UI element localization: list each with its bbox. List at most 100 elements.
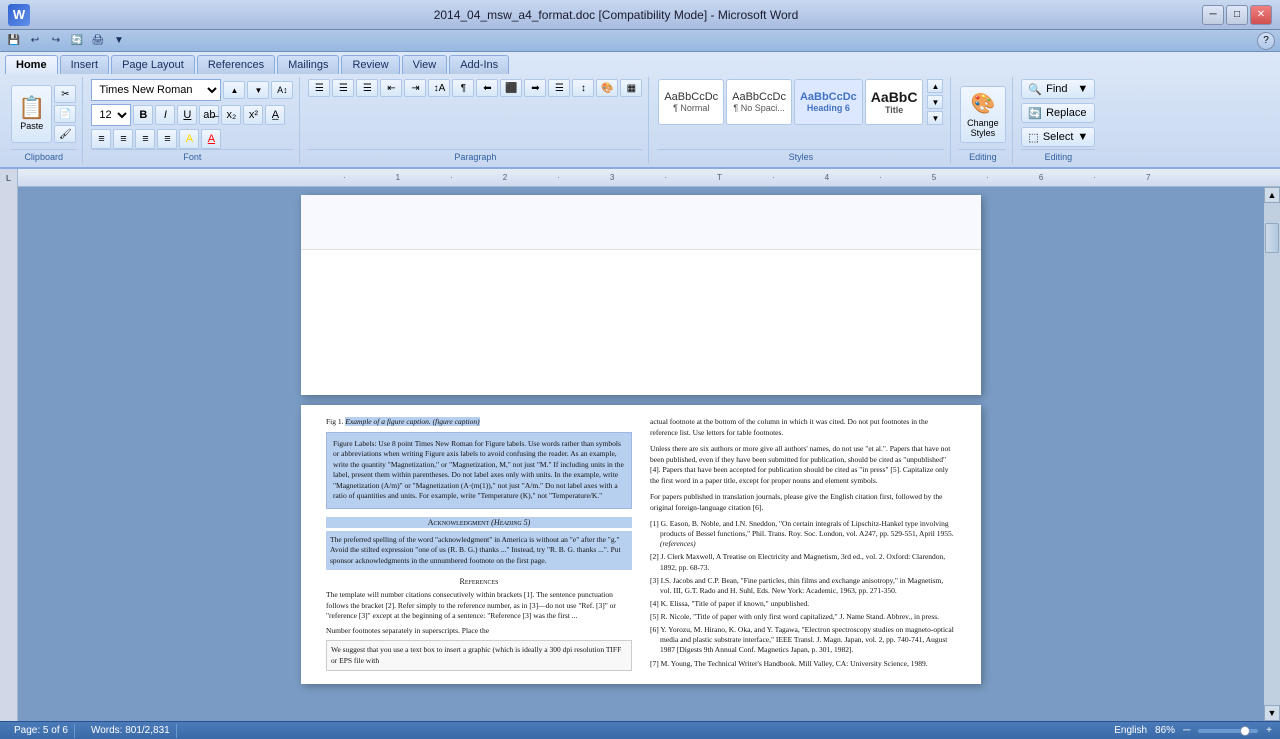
tab-home[interactable]: Home [5, 55, 58, 74]
bold-button[interactable]: B [133, 105, 153, 125]
font-size-down-button[interactable]: ▼ [247, 81, 269, 99]
scroll-up-button[interactable]: ▲ [1264, 187, 1280, 203]
font-size-up-button[interactable]: ▲ [223, 81, 245, 99]
increase-indent-button[interactable]: ⇥ [404, 79, 426, 97]
align-center-button[interactable]: ≡ [113, 129, 133, 149]
borders-button[interactable]: ▦ [620, 79, 642, 97]
italic-button[interactable]: I [155, 105, 175, 125]
justify-para-button[interactable]: ☰ [548, 79, 570, 97]
ref-1: [1] G. Eason, B. Noble, and I.N. Sneddon… [650, 519, 956, 549]
page-info: Page: 5 of 6 [8, 724, 75, 738]
strikethrough-button[interactable]: ab̶ [199, 105, 219, 125]
paste-button[interactable]: 📋 Paste [11, 85, 52, 143]
superscript-button[interactable]: x² [243, 105, 263, 125]
select-button[interactable]: ⬚ Select ▼ [1021, 127, 1095, 147]
replace-icon: 🔄 [1028, 107, 1042, 120]
left-column: Fig 1. Example of a figure caption. (fig… [326, 417, 632, 672]
tab-review[interactable]: Review [341, 55, 399, 74]
font-group: Times New Roman ▲ ▼ A↕ 12 B I U ab̶ x₂ x… [85, 77, 300, 164]
sort-button[interactable]: ↕A [428, 79, 450, 97]
ref-4: [4] K. Elissa, "Title of paper if known,… [650, 599, 956, 609]
paragraph-content: ☰ ☰ ☰ ⇤ ⇥ ↕A ¶ ⬅ ⬛ ➡ ☰ ↕ 🎨 ▦ [308, 79, 642, 149]
refresh-qat-button[interactable]: 🔄 [68, 32, 86, 50]
align-left-para-button[interactable]: ⬅ [476, 79, 498, 97]
styles-group: AaBbCcDc ¶ Normal AaBbCcDc ¶ No Spaci...… [651, 77, 951, 164]
editing-label: Editing [959, 149, 1006, 162]
copy-button[interactable]: 📄 [54, 105, 76, 123]
zoom-out-button[interactable]: ─ [1183, 725, 1190, 736]
zoom-in-button[interactable]: + [1266, 725, 1272, 736]
find-button[interactable]: 🔍 Find ▼ [1021, 79, 1095, 99]
styles-content: AaBbCcDc ¶ Normal AaBbCcDc ¶ No Spaci...… [658, 79, 943, 149]
editing-content: 🔍 Find ▼ 🔄 Replace ⬚ Select ▼ [1021, 79, 1095, 149]
page-container[interactable]: Fig 1. Example of a figure caption. (fig… [18, 187, 1264, 721]
zoom-level: 86% [1155, 725, 1175, 736]
numbering-button[interactable]: ☰ [332, 79, 354, 97]
tab-add-ins[interactable]: Add-Ins [449, 55, 509, 74]
language-status: English [1114, 725, 1147, 736]
scroll-thumb[interactable] [1265, 223, 1279, 253]
clear-formatting-button[interactable]: A↕ [271, 81, 293, 99]
print-qat-button[interactable]: 🖨 [89, 32, 107, 50]
style-normal[interactable]: AaBbCcDc ¶ Normal [658, 79, 724, 125]
help-button[interactable]: ? [1257, 32, 1275, 50]
scroll-down-button[interactable]: ▼ [1264, 705, 1280, 721]
line-spacing-button[interactable]: ↕ [572, 79, 594, 97]
page-header-area [301, 195, 981, 250]
clipboard-group: 📋 Paste ✂ 📄 🖌 Clipboard [5, 77, 83, 164]
text-effects-button[interactable]: A̲ [265, 105, 285, 125]
font-color-button[interactable]: A [201, 129, 221, 149]
maximize-button[interactable]: □ [1226, 5, 1248, 25]
close-button[interactable]: ✕ [1250, 5, 1272, 25]
tab-mailings[interactable]: Mailings [277, 55, 339, 74]
show-hide-button[interactable]: ¶ [452, 79, 474, 97]
clipboard-content: 📋 Paste ✂ 📄 🖌 [11, 79, 76, 149]
vertical-ruler-left: L [0, 169, 18, 721]
minimize-button[interactable]: ─ [1202, 5, 1224, 25]
qat-dropdown-button[interactable]: ▼ [110, 32, 128, 50]
align-right-button[interactable]: ≡ [135, 129, 155, 149]
center-para-button[interactable]: ⬛ [500, 79, 522, 97]
underline-button[interactable]: U [177, 105, 197, 125]
tab-page-layout[interactable]: Page Layout [111, 55, 195, 74]
highlight-button[interactable]: A [179, 129, 199, 149]
tab-view[interactable]: View [402, 55, 448, 74]
paragraph-group: ☰ ☰ ☰ ⇤ ⇥ ↕A ¶ ⬅ ⬛ ➡ ☰ ↕ 🎨 ▦ Paragraph [302, 77, 649, 164]
tab-insert[interactable]: Insert [60, 55, 110, 74]
style-title[interactable]: AaBbC Title [865, 79, 924, 125]
change-styles-button[interactable]: 🎨 Change Styles [960, 86, 1006, 143]
word-count: Words: 801/2,831 [85, 724, 177, 738]
fig-body-text: Figure Labels: Use 8 point Times New Rom… [333, 439, 625, 502]
format-painter-button[interactable]: 🖌 [54, 125, 76, 143]
right-scrollbar[interactable]: ▲ ▼ [1264, 187, 1280, 721]
styles-scroll-down[interactable]: ▼ [927, 95, 943, 109]
tab-bar: Home Insert Page Layout References Maili… [0, 52, 1280, 74]
shading-button[interactable]: 🎨 [596, 79, 618, 97]
align-left-button[interactable]: ≡ [91, 129, 111, 149]
cut-button[interactable]: ✂ [54, 85, 76, 103]
styles-more[interactable]: ▼ [927, 111, 943, 125]
style-no-spacing[interactable]: AaBbCcDc ¶ No Spaci... [726, 79, 792, 125]
font-name-select[interactable]: Times New Roman [91, 79, 221, 101]
bullets-button[interactable]: ☰ [308, 79, 330, 97]
justify-button[interactable]: ≡ [157, 129, 177, 149]
save-qat-button[interactable]: 💾 [5, 32, 23, 50]
align-right-para-button[interactable]: ➡ [524, 79, 546, 97]
clipboard-label: Clipboard [11, 149, 76, 162]
font-size-select[interactable]: 12 [91, 104, 131, 126]
multilevel-list-button[interactable]: ☰ [356, 79, 378, 97]
zoom-slider[interactable] [1198, 729, 1258, 733]
subscript-button[interactable]: x₂ [221, 105, 241, 125]
ref-2: [2] J. Clerk Maxwell, A Treatise on Elec… [650, 552, 956, 572]
quick-access-toolbar: 💾 ↩ ↪ 🔄 🖨 ▼ ? [0, 30, 1280, 52]
tab-references[interactable]: References [197, 55, 275, 74]
styles-scroll-up[interactable]: ▲ [927, 79, 943, 93]
status-bar: Page: 5 of 6 Words: 801/2,831 English 86… [0, 721, 1280, 739]
decrease-indent-button[interactable]: ⇤ [380, 79, 402, 97]
style-heading6[interactable]: AaBbCcDc Heading 6 [794, 79, 863, 125]
ref-6: [6] Y. Yorozu, M. Hirano, K. Oka, and Y.… [650, 625, 956, 655]
editing-group: 🔍 Find ▼ 🔄 Replace ⬚ Select ▼ Editing [1015, 77, 1101, 164]
undo-qat-button[interactable]: ↩ [26, 32, 44, 50]
redo-qat-button[interactable]: ↪ [47, 32, 65, 50]
replace-button[interactable]: 🔄 Replace [1021, 103, 1095, 123]
